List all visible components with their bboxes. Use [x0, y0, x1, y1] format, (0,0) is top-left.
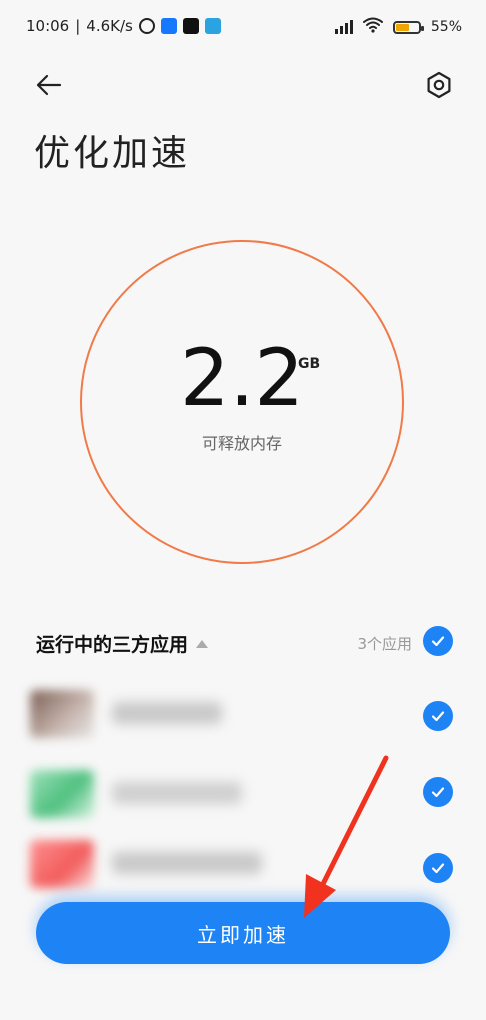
status-divider: |: [75, 17, 81, 35]
running-apps-header[interactable]: 运行中的三方应用: [36, 630, 209, 657]
status-time: 10:06: [26, 17, 70, 35]
page-title: 优化加速: [34, 133, 191, 174]
signal-icon: [334, 20, 353, 34]
battery-percent: 55%: [430, 19, 462, 35]
alipay-icon: [160, 18, 177, 34]
check-icon: [431, 636, 445, 647]
status-left: 10:06 | 4.6K/s: [26, 17, 221, 35]
status-right: 55%: [334, 17, 462, 37]
memory-value: 2.2: [179, 334, 305, 424]
memory-label: 可释放内存: [201, 434, 282, 453]
app-count: 3个应用: [357, 635, 412, 653]
back-button[interactable]: [32, 68, 66, 102]
app-checkbox[interactable]: [423, 701, 453, 731]
check-icon: [431, 863, 445, 874]
app-icon: [30, 840, 94, 888]
check-icon: [431, 787, 445, 798]
select-all-checkbox[interactable]: [423, 626, 453, 656]
app-row[interactable]: [30, 680, 390, 750]
alarm-icon: [138, 18, 155, 34]
wifi-icon: [362, 17, 383, 37]
gear-icon: [427, 71, 451, 99]
app-name-blurred: [112, 852, 262, 874]
settings-button[interactable]: [422, 68, 456, 102]
red-arrow-icon: [304, 755, 389, 918]
section-title: 运行中的三方应用: [36, 634, 189, 656]
app-checkbox[interactable]: [423, 777, 453, 807]
caret-up-icon: [196, 639, 209, 648]
check-icon: [431, 711, 445, 722]
battery-icon: [392, 20, 424, 34]
tiktok-icon: [182, 18, 199, 34]
telegram-icon: [204, 18, 221, 34]
memory-ring: 2.2 GB 可释放内存: [80, 240, 404, 564]
app-name-blurred: [112, 782, 242, 804]
app-icon: [30, 770, 94, 818]
app-name-blurred: [112, 702, 222, 724]
memory-unit: GB: [298, 356, 321, 372]
arrow-left-icon: [36, 74, 62, 96]
app-checkbox[interactable]: [423, 853, 453, 883]
status-network-speed: 4.6K/s: [86, 17, 133, 35]
app-icon: [30, 690, 94, 738]
status-bar: 10:06 | 4.6K/s 55%: [0, 0, 486, 56]
